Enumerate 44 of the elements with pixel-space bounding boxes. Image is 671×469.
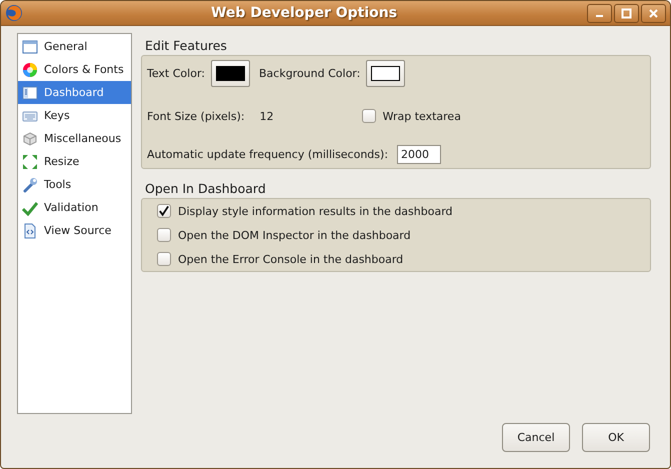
minimize-button[interactable]	[587, 4, 612, 22]
close-icon	[648, 8, 659, 18]
checkbox[interactable]	[157, 228, 171, 242]
checkbox-label: Display style information results in the dashboard	[178, 204, 453, 218]
window-title: Web Developer Options	[210, 5, 398, 21]
sidebar-item[interactable]: Dashboard	[18, 81, 131, 104]
cube-icon	[22, 130, 38, 146]
checkbox[interactable]	[157, 204, 171, 218]
input-field[interactable]: 2000	[397, 145, 442, 164]
sidebar-item[interactable]: View Source	[18, 219, 131, 242]
minimize-icon	[596, 15, 603, 17]
checkbox-label: Open the Error Console in the dashboard	[178, 252, 404, 266]
field-label: Text Color:	[147, 67, 205, 80]
color-wheel-icon	[22, 62, 38, 78]
wrench-icon	[22, 176, 38, 192]
sidebar-item[interactable]: Validation	[18, 196, 131, 219]
cancel-button[interactable]: Cancel	[502, 423, 570, 452]
sidebar-item[interactable]: General	[18, 35, 131, 58]
field-label: Automatic update frequency (milliseconds):	[147, 148, 388, 161]
field-value: 12	[260, 110, 275, 122]
checkbox-label: Open the DOM Inspector in the dashboard	[178, 228, 411, 242]
sidebar-item[interactable]: Miscellaneous	[18, 127, 131, 150]
maximize-button[interactable]	[614, 4, 639, 22]
checkbox-label: Wrap textarea	[382, 110, 461, 122]
field-label: Font Size (pixels):	[147, 110, 245, 122]
code-page-icon	[22, 222, 38, 238]
section-title: Open In Dashboard	[145, 181, 267, 196]
sidebar-item[interactable]: Resize	[18, 150, 131, 173]
sidebar-item[interactable]: Keys	[18, 104, 131, 127]
maximize-icon	[621, 8, 632, 18]
checkbox[interactable]	[157, 252, 171, 266]
panel-icon	[22, 84, 38, 100]
sidebar-item[interactable]: Colors & Fonts	[18, 58, 131, 81]
color-picker-button[interactable]	[210, 60, 250, 87]
section-title: Edit Features	[145, 38, 228, 53]
checkmark-icon	[22, 200, 38, 216]
close-button[interactable]	[641, 4, 666, 22]
field-label: Background Color:	[258, 67, 360, 80]
ok-button[interactable]: OK	[582, 423, 650, 452]
window-icon	[22, 38, 38, 54]
sidebar-item[interactable]: Tools	[18, 173, 131, 196]
resize-arrows-icon	[22, 154, 38, 170]
color-picker-button[interactable]	[366, 60, 406, 87]
checkbox[interactable]	[362, 109, 376, 123]
